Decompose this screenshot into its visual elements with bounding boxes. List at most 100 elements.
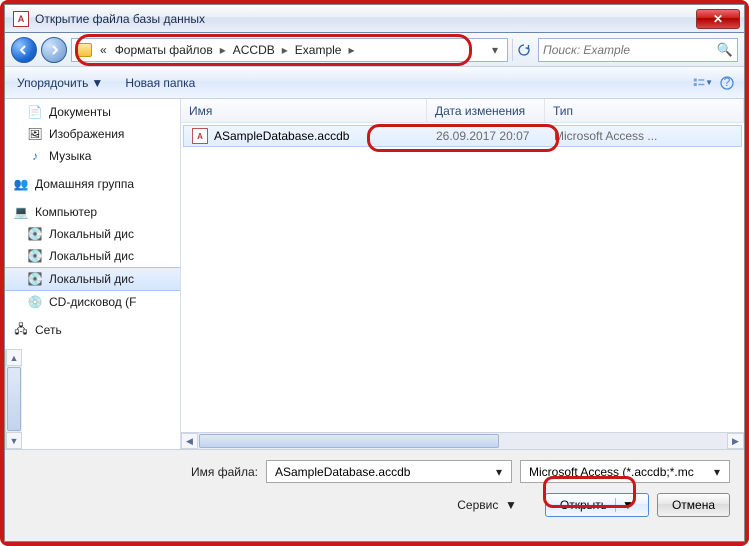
disk-icon: 💽 — [27, 226, 43, 242]
sidebar-item-disk[interactable]: 💽 Локальный дис — [5, 267, 180, 291]
titlebar: A Открытие файла базы данных ✕ — [5, 5, 744, 33]
file-date: 26.09.2017 20:07 — [436, 129, 529, 143]
body-split: 📄 Документы 🖼Изображения ♪ Музыка 👥 Домашня… — [5, 99, 744, 450]
disk-icon: 💽 — [27, 248, 43, 264]
column-headers: Имя Дата изменения Тип — [181, 99, 744, 123]
filename-combo[interactable]: ASampleDatabase.accdb ▾ — [266, 460, 512, 483]
bottom-panel: Имя файла: ASampleDatabase.accdb ▾ Micro… — [5, 450, 744, 541]
sidebar-item-images[interactable]: 🖼Изображения — [5, 123, 180, 145]
arrow-right-icon — [48, 44, 60, 56]
column-label: Дата изменения — [435, 104, 525, 118]
organize-label: Упорядочить — [17, 76, 88, 90]
nav-forward-button[interactable] — [41, 37, 67, 63]
window-title: Открытие файла базы данных — [35, 12, 696, 26]
sidebar-item-network[interactable]: 🖧 Сеть — [5, 319, 180, 341]
scroll-up-icon[interactable]: ▲ — [6, 349, 22, 366]
nav-row: « Форматы файлов ▸ ACCDB ▸ Example ▸ ▾ 🔍 — [5, 33, 744, 67]
refresh-button[interactable] — [512, 39, 534, 61]
file-hscrollbar[interactable]: ◀ ▶ — [181, 432, 744, 449]
scroll-left-icon[interactable]: ◀ — [181, 433, 198, 449]
scroll-thumb[interactable] — [199, 434, 499, 448]
sidebar-item-label: Документы — [49, 105, 111, 119]
sidebar-item-label: Музыка — [49, 149, 91, 163]
images-icon: 🖼 — [27, 126, 43, 142]
organize-menu[interactable]: Упорядочить ▼ — [11, 74, 109, 92]
file-row[interactable]: AASampleDatabase.accdb 26.09.2017 20:07 … — [183, 125, 742, 147]
split-chevron-icon[interactable]: ▼ — [615, 498, 634, 512]
sidebar-item-cd[interactable]: 💿 CD-дисковод (F — [5, 291, 180, 313]
sidebar-item-label: Домашняя группа — [35, 177, 134, 191]
arrow-left-icon — [18, 44, 30, 56]
new-folder-label: Новая папка — [125, 76, 195, 90]
service-menu[interactable]: Сервис ▼ — [457, 498, 517, 512]
breadcrumb-bar[interactable]: « Форматы файлов ▸ ACCDB ▸ Example ▸ ▾ — [71, 38, 508, 62]
view-mode-button[interactable]: ▼ — [692, 72, 714, 94]
nav-back-button[interactable] — [11, 37, 37, 63]
sidebar-item-label: CD-дисковод (F — [49, 295, 136, 309]
search-box[interactable]: 🔍 — [538, 38, 738, 62]
cd-icon: 💿 — [27, 294, 43, 310]
search-input[interactable] — [543, 43, 717, 57]
chevron-right-icon[interactable]: ▸ — [279, 43, 291, 57]
search-icon: 🔍 — [717, 42, 733, 58]
filetype-combo[interactable]: Microsoft Access (*.accdb;*.mc ▾ — [520, 460, 730, 483]
scroll-thumb[interactable] — [7, 367, 21, 431]
help-button[interactable]: ? — [716, 72, 738, 94]
breadcrumb-seg-2[interactable]: ACCDB — [229, 39, 279, 61]
column-date[interactable]: Дата изменения — [427, 99, 545, 122]
folder-icon — [76, 43, 92, 57]
sidebar-item-homegroup[interactable]: 👥 Домашняя группа — [5, 173, 180, 195]
sidebar-item-computer[interactable]: 💻 Компьютер — [5, 201, 180, 223]
document-icon: 📄 — [27, 104, 43, 120]
chevron-right-icon[interactable]: ▸ — [217, 43, 229, 57]
chevron-right-icon[interactable]: ▸ — [345, 43, 357, 57]
new-folder-button[interactable]: Новая папка — [119, 74, 201, 92]
column-label: Имя — [189, 104, 212, 118]
open-button[interactable]: Открыть ▼ — [545, 493, 649, 517]
sidebar-item-disk[interactable]: 💽 Локальный дис — [5, 223, 180, 245]
refresh-icon — [517, 43, 531, 57]
access-app-icon: A — [13, 11, 29, 27]
sidebar-item-music[interactable]: ♪ Музыка — [5, 145, 180, 167]
file-name: ASampleDatabase.accdb — [214, 129, 349, 143]
close-button[interactable]: ✕ — [696, 9, 740, 29]
scroll-down-icon[interactable]: ▼ — [6, 432, 22, 449]
column-name[interactable]: Имя — [181, 99, 427, 122]
scroll-right-icon[interactable]: ▶ — [727, 433, 744, 449]
sidebar-item-label: Локальный дис — [49, 227, 134, 241]
breadcrumb-dropdown[interactable]: ▾ — [487, 43, 503, 57]
open-file-dialog: A Открытие файла базы данных ✕ « Форматы… — [4, 4, 745, 542]
filetype-value: Microsoft Access (*.accdb;*.mc — [525, 465, 709, 479]
disk-icon: 💽 — [27, 271, 43, 287]
sidebar-item-documents[interactable]: 📄 Документы — [5, 101, 180, 123]
nav-sidebar: 📄 Документы 🖼Изображения ♪ Музыка 👥 Домашня… — [5, 99, 181, 449]
sidebar-item-label: Сеть — [35, 323, 62, 337]
column-type[interactable]: Тип — [545, 99, 744, 122]
cancel-button[interactable]: Отмена — [657, 493, 730, 517]
help-icon: ? — [720, 76, 734, 90]
homegroup-icon: 👥 — [13, 176, 29, 192]
sidebar-item-label: Локальный дис — [49, 272, 134, 286]
toolbar: Упорядочить ▼ Новая папка ▼ ? — [5, 67, 744, 99]
cancel-label: Отмена — [672, 498, 715, 512]
music-icon: ♪ — [27, 148, 43, 164]
breadcrumb-seg-3[interactable]: Example — [291, 39, 346, 61]
sidebar-item-disk[interactable]: 💽 Локальный дис — [5, 245, 180, 267]
computer-icon: 💻 — [13, 204, 29, 220]
sidebar-item-label: Локальный дис — [49, 249, 134, 263]
sidebar-scrollbar[interactable]: ▲ ▼ — [5, 349, 22, 449]
chevron-down-icon[interactable]: ▾ — [491, 465, 507, 479]
filename-label: Имя файла: — [191, 465, 258, 479]
column-label: Тип — [553, 104, 573, 118]
access-file-icon: A — [192, 128, 208, 144]
list-view-icon — [693, 76, 705, 90]
breadcrumb-prefix: « — [96, 39, 111, 61]
file-type: Microsoft Access ... — [554, 129, 657, 143]
breadcrumb-seg-1[interactable]: Форматы файлов — [111, 39, 217, 61]
filename-value: ASampleDatabase.accdb — [271, 465, 491, 479]
chevron-down-icon: ▼ — [91, 76, 103, 90]
sidebar-item-label: Компьютер — [35, 205, 97, 219]
chevron-down-icon[interactable]: ▾ — [709, 465, 725, 479]
svg-text:?: ? — [724, 76, 731, 89]
network-icon: 🖧 — [13, 322, 29, 338]
